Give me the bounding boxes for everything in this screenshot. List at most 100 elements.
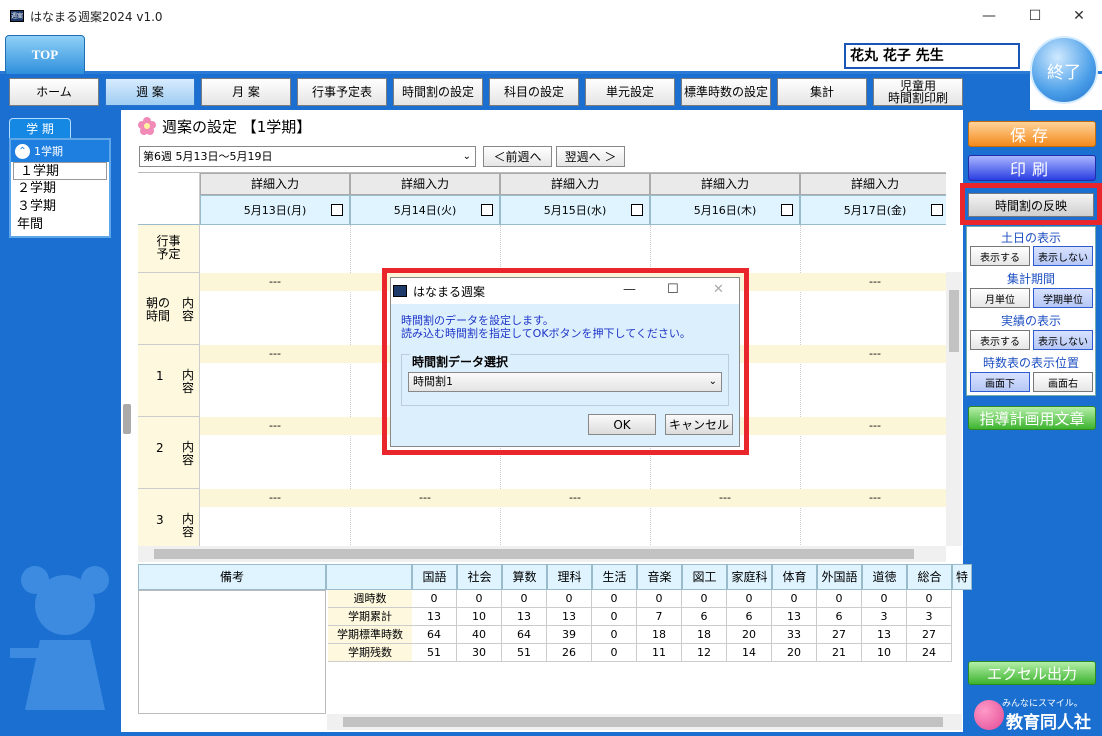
day-checkbox[interactable] bbox=[631, 204, 643, 216]
dialog-message-line-2: 読み込む時間割を指定してOKボタンを押下してください。 bbox=[401, 327, 691, 340]
grid-horizontal-scrollbar[interactable] bbox=[138, 546, 946, 562]
week-select[interactable]: 第6週 5月13日～5月19日 ⌄ bbox=[139, 146, 476, 167]
date-header-thu: 5月16日(木) bbox=[650, 195, 800, 225]
actual-hide-button[interactable]: 表示しない bbox=[1033, 330, 1093, 350]
print-button[interactable]: 印刷 bbox=[968, 155, 1096, 181]
prev-week-button[interactable]: ＜前週へ bbox=[483, 146, 552, 167]
day-checkbox[interactable] bbox=[781, 204, 793, 216]
nav-standard-hours[interactable]: 標準時数の設定 bbox=[681, 78, 771, 106]
summary-cell: 0 bbox=[817, 590, 862, 608]
cell-placeholder: --- bbox=[419, 491, 431, 504]
notes-field[interactable] bbox=[138, 590, 326, 714]
weekend-hide-button[interactable]: 表示しない bbox=[1033, 246, 1093, 266]
scroll-thumb[interactable] bbox=[154, 549, 914, 559]
row-label-morning: 朝の 時間 内 容 bbox=[138, 273, 200, 345]
timetable-select[interactable]: 時間割1 ⌄ bbox=[408, 372, 722, 392]
term-option-year[interactable]: 年間 bbox=[11, 216, 109, 234]
summary-cell: 6 bbox=[817, 608, 862, 626]
apply-timetable-button[interactable]: 時間割の反映 bbox=[968, 193, 1094, 217]
cell-placeholder: --- bbox=[869, 491, 881, 504]
summary-cell: 13 bbox=[547, 608, 592, 626]
publisher-logo: みんなにスマイル。 教育同人社 bbox=[972, 696, 1098, 733]
detail-input-button[interactable]: 詳細入力 bbox=[800, 173, 946, 195]
minimize-icon[interactable]: — bbox=[623, 282, 636, 297]
panel-splitter[interactable] bbox=[123, 404, 131, 434]
term-option-3[interactable]: ３学期 bbox=[11, 198, 109, 216]
position-bottom-button[interactable]: 画面下 bbox=[970, 372, 1030, 392]
next-week-button[interactable]: 翌週へ ＞ bbox=[556, 146, 625, 167]
close-icon[interactable]: ✕ bbox=[1056, 0, 1102, 32]
nav-student-timetable-print[interactable]: 児童用 時間割印刷 bbox=[873, 78, 963, 106]
summary-cell: 6 bbox=[727, 608, 772, 626]
cancel-button[interactable]: キャンセル bbox=[665, 414, 733, 435]
summary-horizontal-scrollbar[interactable] bbox=[327, 714, 962, 730]
chevron-up-icon[interactable]: ⌃ bbox=[15, 143, 30, 159]
top-tab[interactable]: TOP bbox=[5, 35, 85, 75]
position-right-button[interactable]: 画面右 bbox=[1033, 372, 1093, 392]
cell-placeholder: --- bbox=[869, 275, 881, 288]
ok-button[interactable]: OK bbox=[588, 414, 656, 435]
exit-button[interactable]: 終了 bbox=[1030, 36, 1098, 104]
day-checkbox[interactable] bbox=[481, 204, 493, 216]
minimize-icon[interactable]: — bbox=[966, 0, 1012, 32]
subject-header: 国語 bbox=[412, 564, 457, 590]
date-header-tue: 5月14日(火) bbox=[350, 195, 500, 225]
nav-totals[interactable]: 集計 bbox=[777, 78, 867, 106]
summary-cell: 0 bbox=[682, 590, 727, 608]
summary-row-label: 学期残数 bbox=[328, 644, 412, 662]
nav-weekly-plan[interactable]: 週 案 bbox=[105, 78, 195, 106]
nav-timetable-settings[interactable]: 時間割の設定 bbox=[393, 78, 483, 106]
detail-input-button[interactable]: 詳細入力 bbox=[200, 173, 350, 195]
day-checkbox[interactable] bbox=[931, 204, 943, 216]
cell-placeholder: --- bbox=[719, 491, 731, 504]
term-option-1[interactable]: １学期 bbox=[13, 162, 107, 180]
summary-cell: 0 bbox=[907, 590, 952, 608]
maximize-icon[interactable]: ☐ bbox=[1012, 0, 1058, 32]
summary-cell: 0 bbox=[592, 608, 637, 626]
weekend-show-button[interactable]: 表示する bbox=[970, 246, 1030, 266]
user-name-field: 花丸 花子 先生 bbox=[844, 43, 1020, 69]
nav-event-schedule[interactable]: 行事予定表 bbox=[297, 78, 387, 106]
nav-subject-settings[interactable]: 科目の設定 bbox=[489, 78, 579, 106]
section-title-text: 週案の設定 【1学期】 bbox=[162, 117, 312, 136]
excel-export-button[interactable]: エクセル出力 bbox=[968, 661, 1096, 685]
term-panel: ⌃ 1学期 １学期 ２学期 ３学期 年間 bbox=[9, 138, 111, 238]
scroll-thumb[interactable] bbox=[343, 717, 943, 727]
term-option-2[interactable]: ２学期 bbox=[11, 180, 109, 198]
summary-cell: 21 bbox=[817, 644, 862, 662]
row-label-period-3: 3 内 容 bbox=[138, 489, 200, 546]
timetable-data-group: 時間割データ選択 時間割1 ⌄ bbox=[401, 353, 729, 406]
summary-cell: 12 bbox=[682, 644, 727, 662]
summary-cell: 3 bbox=[907, 608, 952, 626]
summary-cell: 11 bbox=[637, 644, 682, 662]
subject-header: 体育 bbox=[772, 564, 817, 590]
subject-header: 家庭科 bbox=[727, 564, 772, 590]
maximize-icon[interactable]: ☐ bbox=[667, 282, 679, 297]
term-unit-button[interactable]: 学期単位 bbox=[1033, 288, 1093, 308]
nav-unit-settings[interactable]: 単元設定 bbox=[585, 78, 675, 106]
summary-cell: 20 bbox=[727, 626, 772, 644]
summary-cell: 24 bbox=[907, 644, 952, 662]
summary-cell: 10 bbox=[862, 644, 907, 662]
date-label: 5月15日(水) bbox=[543, 204, 607, 217]
actual-show-button[interactable]: 表示する bbox=[970, 330, 1030, 350]
date-header-fri: 5月17日(金) bbox=[800, 195, 946, 225]
summary-cell: 0 bbox=[412, 590, 457, 608]
save-button[interactable]: 保存 bbox=[968, 121, 1096, 147]
term-current[interactable]: ⌃ 1学期 bbox=[11, 140, 109, 162]
grid-vertical-scrollbar[interactable] bbox=[946, 272, 962, 546]
monthly-button[interactable]: 月単位 bbox=[970, 288, 1030, 308]
nav-monthly-plan[interactable]: 月 案 bbox=[201, 78, 291, 106]
nav-home[interactable]: ホーム bbox=[9, 78, 99, 106]
cell-placeholder: --- bbox=[569, 491, 581, 504]
title-bar: 週案 はなまる週案2024 v1.0 — ☐ ✕ bbox=[0, 0, 1102, 32]
detail-input-button[interactable]: 詳細入力 bbox=[650, 173, 800, 195]
scroll-thumb[interactable] bbox=[949, 290, 959, 352]
summary-cell: 30 bbox=[457, 644, 502, 662]
guidance-text-button[interactable]: 指導計画用文章 bbox=[968, 406, 1096, 430]
detail-input-button[interactable]: 詳細入力 bbox=[350, 173, 500, 195]
content-label: 内 容 bbox=[182, 368, 195, 395]
close-icon[interactable]: ✕ bbox=[713, 282, 724, 297]
day-checkbox[interactable] bbox=[331, 204, 343, 216]
detail-input-button[interactable]: 詳細入力 bbox=[500, 173, 650, 195]
